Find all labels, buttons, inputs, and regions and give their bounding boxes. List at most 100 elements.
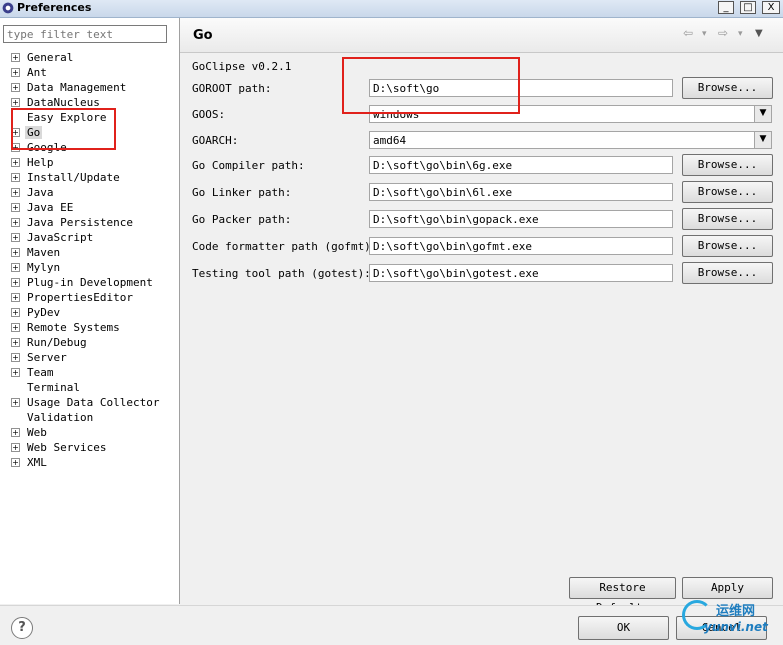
back-arrow-icon[interactable]: ⇦ [683, 26, 693, 40]
tree-item-label: JavaScript [27, 231, 94, 244]
forward-arrow-icon[interactable]: ⇨ [718, 26, 728, 40]
packer-input[interactable]: D:\soft\go\bin\gopack.exe [369, 210, 673, 228]
expand-icon[interactable]: + [11, 173, 20, 182]
compiler-browse-button[interactable]: Browse... [682, 154, 773, 176]
linker-browse-button[interactable]: Browse... [682, 181, 773, 203]
expand-icon[interactable]: + [11, 158, 20, 167]
tree-item-java[interactable]: + Java [0, 185, 175, 200]
view-menu-icon[interactable]: ▼ [755, 28, 763, 39]
tree-item-remote-systems[interactable]: + Remote Systems [0, 320, 175, 335]
expand-icon[interactable]: + [11, 458, 20, 467]
tester-label: Testing tool path (gotest): [192, 267, 371, 280]
preferences-tree-pane: +General+Ant+Data Management+DataNucleus… [0, 18, 180, 604]
tree-item-java-ee[interactable]: + Java EE [0, 200, 175, 215]
tree-item-label: General [27, 51, 74, 64]
tree-item-help[interactable]: + Help [0, 155, 175, 170]
back-dropdown-icon[interactable]: ▾ [702, 29, 707, 39]
restore-defaults-button[interactable]: Restore Defaults [569, 577, 676, 614]
tree-item-label: XML [27, 456, 47, 469]
goos-label: GOOS: [192, 108, 226, 121]
expand-icon[interactable]: + [11, 323, 20, 332]
compiler-input[interactable]: D:\soft\go\bin\6g.exe [369, 156, 673, 174]
tree-item-team[interactable]: + Team [0, 365, 175, 380]
expand-icon[interactable]: + [11, 278, 20, 287]
goroot-browse-button[interactable]: Browse... [682, 77, 773, 99]
tree-item-label: Validation [27, 411, 94, 424]
goarch-select[interactable]: amd64 ▼ [369, 131, 772, 149]
tree-item-maven[interactable]: + Maven [0, 245, 175, 260]
expand-icon[interactable]: + [11, 398, 20, 407]
expand-icon[interactable]: + [11, 293, 20, 302]
dialog-button-bar: ? OK Cancel [0, 605, 783, 645]
goroot-label: GOROOT path: [192, 82, 272, 95]
expand-icon[interactable]: + [11, 428, 20, 437]
forward-dropdown-icon[interactable]: ▾ [738, 29, 743, 39]
maximize-button[interactable]: □ [740, 1, 756, 14]
expand-icon[interactable]: + [11, 353, 20, 362]
tree-item-label: Remote Systems [27, 321, 120, 334]
expand-icon[interactable]: + [11, 98, 20, 107]
help-icon[interactable]: ? [11, 617, 33, 639]
tree-item-label: Help [27, 156, 54, 169]
formatter-browse-button[interactable]: Browse... [682, 235, 773, 257]
page-title: Go [193, 28, 213, 43]
linker-input[interactable]: D:\soft\go\bin\6l.exe [369, 183, 673, 201]
packer-browse-button[interactable]: Browse... [682, 208, 773, 230]
watermark-text-en: yunvi.net [704, 620, 768, 634]
filter-input[interactable] [3, 25, 167, 43]
tree-item-general[interactable]: + General [0, 50, 175, 65]
formatter-input[interactable]: D:\soft\go\bin\gofmt.exe [369, 237, 673, 255]
tree-item-label: Data Management [27, 81, 127, 94]
expand-icon[interactable]: + [11, 53, 20, 62]
tree-item-plug-in-development[interactable]: + Plug-in Development [0, 275, 175, 290]
tree-item-run-debug[interactable]: + Run/Debug [0, 335, 175, 350]
expand-icon[interactable]: + [11, 308, 20, 317]
tree-item-label: Team [27, 366, 54, 379]
tree-item-label: Run/Debug [27, 336, 87, 349]
tree-item-label: PropertiesEditor [27, 291, 133, 304]
tree-item-validation[interactable]: Validation [0, 410, 175, 425]
tree-item-label: Plug-in Development [27, 276, 153, 289]
chevron-down-icon[interactable]: ▼ [754, 106, 771, 122]
expand-icon[interactable]: + [11, 68, 20, 77]
tree-item-label: Java [27, 186, 54, 199]
expand-icon[interactable]: + [11, 263, 20, 272]
expand-icon[interactable]: + [11, 83, 20, 92]
tester-browse-button[interactable]: Browse... [682, 262, 773, 284]
tree-item-terminal[interactable]: Terminal [0, 380, 175, 395]
expand-icon[interactable]: + [11, 248, 20, 257]
tester-input[interactable]: D:\soft\go\bin\gotest.exe [369, 264, 673, 282]
tree-item-java-persistence[interactable]: + Java Persistence [0, 215, 175, 230]
expand-icon[interactable]: + [11, 188, 20, 197]
tree-item-xml[interactable]: + XML [0, 455, 175, 470]
expand-icon[interactable]: + [11, 443, 20, 452]
go-node-highlight-box [11, 108, 116, 150]
page-header: Go ⇦ ▾ ⇨ ▾ ▼ [180, 18, 783, 53]
ok-button[interactable]: OK [578, 616, 669, 640]
tree-item-javascript[interactable]: + JavaScript [0, 230, 175, 245]
tree-item-pydev[interactable]: + PyDev [0, 305, 175, 320]
expand-icon[interactable]: + [11, 203, 20, 212]
tree-item-label: Maven [27, 246, 61, 259]
expand-icon[interactable]: + [11, 233, 20, 242]
window-titlebar[interactable]: Preferences _ □ X [0, 0, 783, 18]
tree-item-server[interactable]: + Server [0, 350, 175, 365]
minimize-button[interactable]: _ [718, 1, 734, 14]
tree-item-install-update[interactable]: + Install/Update [0, 170, 175, 185]
window-title: Preferences [17, 1, 92, 14]
tree-item-mylyn[interactable]: + Mylyn [0, 260, 175, 275]
tree-item-propertieseditor[interactable]: + PropertiesEditor [0, 290, 175, 305]
packer-label: Go Packer path: [192, 213, 292, 226]
expand-icon[interactable]: + [11, 338, 20, 347]
tree-item-ant[interactable]: + Ant [0, 65, 175, 80]
tree-item-data-management[interactable]: + Data Management [0, 80, 175, 95]
close-button[interactable]: X [762, 1, 780, 14]
eclipse-app-icon [2, 2, 14, 14]
tree-item-usage-data-collector[interactable]: + Usage Data Collector [0, 395, 175, 410]
tree-item-label: Java EE [27, 201, 74, 214]
tree-item-web-services[interactable]: + Web Services [0, 440, 175, 455]
tree-item-web[interactable]: + Web [0, 425, 175, 440]
chevron-down-icon[interactable]: ▼ [754, 132, 771, 148]
expand-icon[interactable]: + [11, 218, 20, 227]
expand-icon[interactable]: + [11, 368, 20, 377]
